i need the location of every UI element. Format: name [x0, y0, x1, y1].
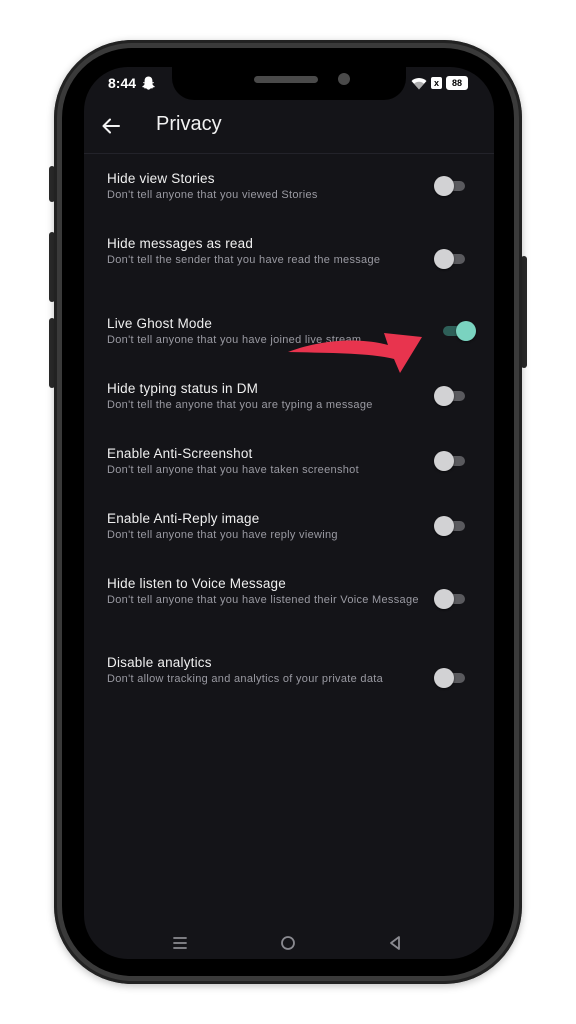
front-camera	[338, 73, 350, 85]
battery-icon: 88	[446, 76, 468, 90]
speaker-grille	[254, 76, 318, 83]
toggle-thumb	[434, 386, 454, 406]
toggle-thumb	[434, 176, 454, 196]
system-nav-bar	[84, 929, 494, 959]
home-circle-icon[interactable]	[278, 933, 298, 953]
setting-description: Don't tell anyone that you have joined l…	[107, 334, 362, 346]
toggle-hide-voice-listen[interactable]	[434, 588, 468, 610]
toggle-thumb	[434, 249, 454, 269]
status-time: 8:44	[108, 75, 137, 91]
toggle-disable-analytics[interactable]	[434, 667, 468, 689]
toggle-thumb	[434, 451, 454, 471]
app-bar: Privacy	[84, 101, 494, 154]
sim-status-icon: x	[431, 77, 442, 89]
setting-live-ghost-mode: Live Ghost Mode Don't tell anyone that y…	[107, 316, 494, 348]
arrow-left-icon[interactable]	[100, 115, 122, 137]
toggle-anti-screenshot[interactable]	[434, 450, 468, 472]
setting-description: Don't allow tracking and analytics of yo…	[107, 673, 384, 685]
toggle-thumb	[434, 589, 454, 609]
setting-title: Live Ghost Mode	[107, 316, 213, 331]
toggle-thumb	[434, 668, 454, 688]
back-triangle-icon[interactable]	[385, 933, 405, 953]
setting-description: Don't tell anyone that you have reply vi…	[107, 529, 338, 541]
toggle-live-ghost-mode[interactable]	[440, 320, 476, 342]
ghost-icon	[142, 76, 155, 90]
setting-description: Don't tell the anyone that you are typin…	[107, 399, 373, 411]
setting-description: Don't tell the sender that you have read…	[107, 254, 381, 266]
notch	[172, 67, 406, 100]
menu-icon[interactable]	[170, 933, 190, 953]
wifi-icon	[411, 77, 427, 89]
toggle-thumb	[434, 516, 454, 536]
toggle-anti-reply-image[interactable]	[434, 515, 468, 537]
phone-screen: 8:44 x 88 Privacy Hide view Stories Don'…	[84, 67, 494, 959]
page-title: Privacy	[156, 113, 222, 135]
toggle-hide-messages-read[interactable]	[434, 248, 468, 270]
setting-description: Don't tell anyone that you have listened…	[107, 594, 419, 606]
toggle-thumb	[456, 321, 476, 341]
toggle-hide-view-stories[interactable]	[434, 175, 468, 197]
status-icons: x 88	[411, 76, 468, 90]
setting-description: Don't tell anyone that you have taken sc…	[107, 464, 359, 476]
toggle-hide-typing-status[interactable]	[434, 385, 468, 407]
setting-description: Don't tell anyone that you viewed Storie…	[107, 189, 318, 201]
